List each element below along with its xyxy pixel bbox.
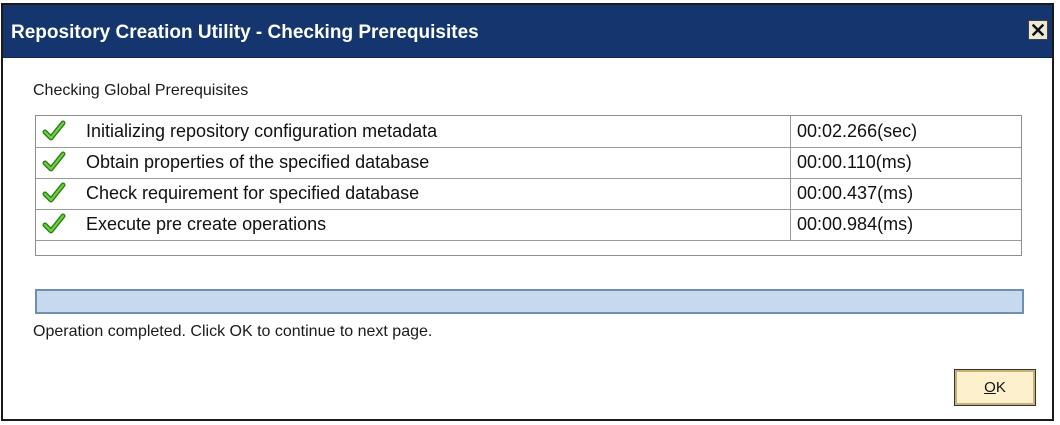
close-icon xyxy=(1032,24,1044,36)
section-label: Checking Global Prerequisites xyxy=(33,82,249,99)
title-bar[interactable]: Repository Creation Utility - Checking P… xyxy=(3,5,1052,58)
checkmark-icon xyxy=(42,213,66,234)
ok-button-label-rest: K xyxy=(995,379,1006,396)
table-row: Obtain properties of the specified datab… xyxy=(36,147,1021,179)
table-row: Check requirement for specified database… xyxy=(36,178,1021,210)
check-name: Check requirement for specified database xyxy=(86,183,420,203)
checkmark-icon xyxy=(42,182,66,203)
status-cell xyxy=(36,116,84,147)
status-cell xyxy=(36,147,84,178)
check-name: Initializing repository configuration me… xyxy=(86,121,438,141)
dialog-window: Repository Creation Utility - Checking P… xyxy=(1,3,1054,421)
checkmark-icon xyxy=(42,120,66,141)
progress-bar xyxy=(35,289,1024,314)
check-name: Execute pre create operations xyxy=(86,214,327,234)
window-title: Repository Creation Utility - Checking P… xyxy=(11,22,479,43)
table-row: Initializing repository configuration me… xyxy=(36,116,1021,148)
checkmark-icon xyxy=(42,151,66,172)
check-name: Obtain properties of the specified datab… xyxy=(86,152,430,172)
check-duration: 00:00.437(ms) xyxy=(790,178,1020,209)
ok-button[interactable]: OK xyxy=(954,369,1036,406)
check-duration: 00:02.266(sec) xyxy=(790,116,1020,147)
progress-fill xyxy=(37,291,1022,312)
status-cell xyxy=(36,209,84,240)
prerequisite-checks-table: Initializing repository configuration me… xyxy=(35,115,1022,256)
check-duration: 00:00.984(ms) xyxy=(790,209,1020,240)
table-row: Execute pre create operations 00:00.984(… xyxy=(36,209,1021,241)
ok-button-mnemonic: O xyxy=(984,379,996,396)
check-duration: 00:00.110(ms) xyxy=(790,147,1020,178)
status-cell xyxy=(36,178,84,209)
close-button[interactable] xyxy=(1028,20,1048,40)
status-message: Operation completed. Click OK to continu… xyxy=(33,323,433,340)
